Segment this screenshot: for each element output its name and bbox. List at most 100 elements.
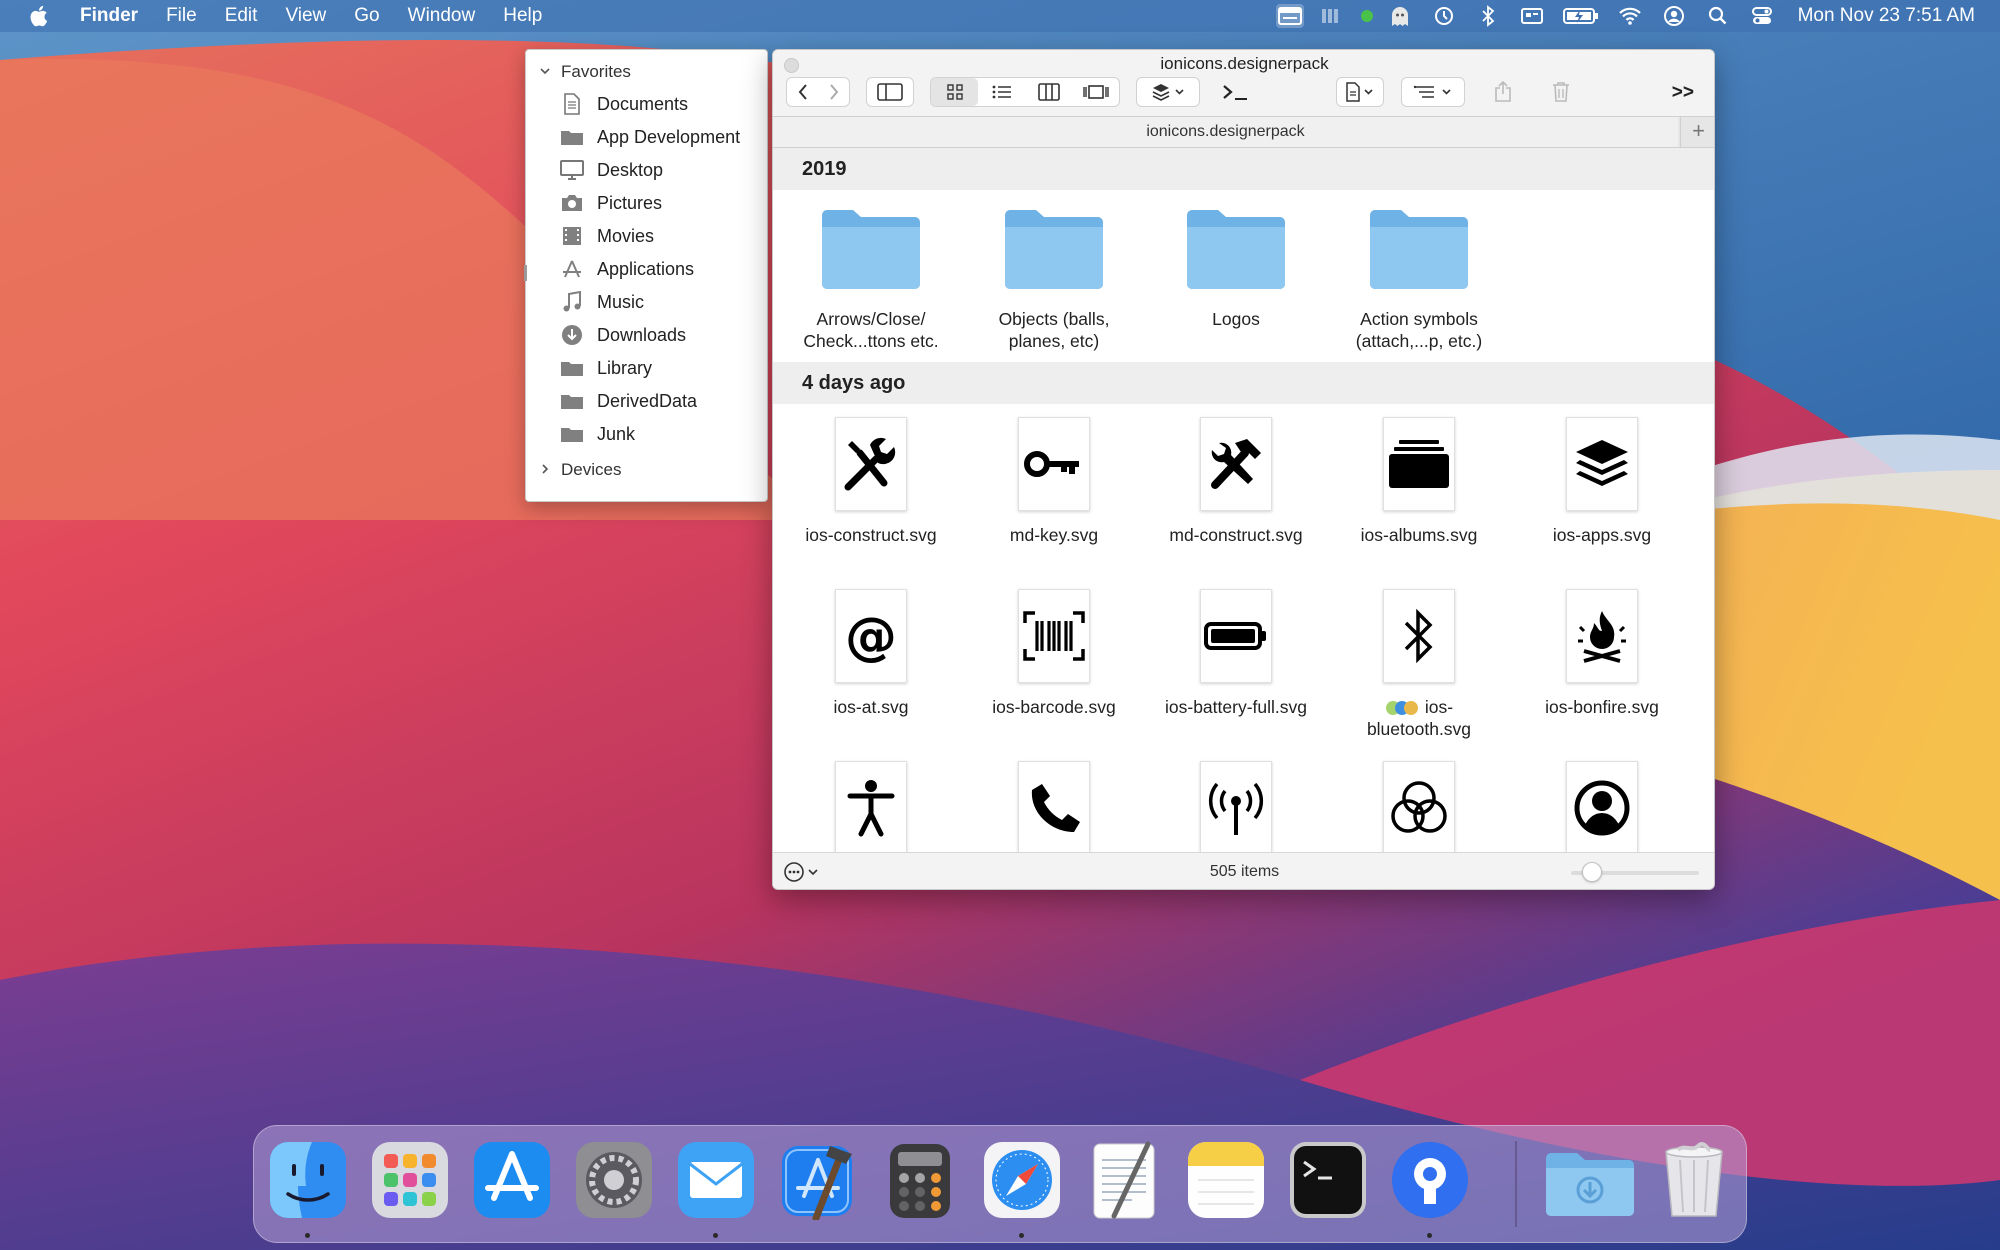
file-item[interactable]: @ ios-at.svg — [786, 586, 956, 718]
time-machine-icon[interactable] — [1430, 4, 1458, 28]
file-item[interactable]: ios-albums.svg — [1334, 414, 1504, 546]
item-label: md-key.svg — [1009, 525, 1099, 545]
sidebar-item-movies[interactable]: Movies — [559, 221, 764, 251]
sidebar-item-label: Music — [597, 291, 645, 312]
file-item[interactable] — [1517, 758, 1687, 852]
group-by-button[interactable] — [1136, 77, 1200, 107]
sidebar-item-applications[interactable]: Applications — [559, 254, 764, 284]
file-item[interactable]: ios-battery-full.svg — [1151, 586, 1321, 718]
trash-app-icon[interactable] — [1654, 1140, 1734, 1220]
folder-item[interactable]: Action symbols (attach,...p, etc.) — [1334, 198, 1504, 352]
proxyman-app-icon[interactable] — [1390, 1140, 1470, 1220]
window-toolbar: ionicons.designerpack >> — [773, 50, 1714, 116]
chevron-left-icon — [798, 84, 807, 100]
sidebar-item-library[interactable]: Library — [559, 353, 764, 383]
back-button[interactable] — [787, 78, 818, 106]
system-preferences-app-icon[interactable] — [574, 1140, 654, 1220]
file-item[interactable]: ios-bonfire.svg — [1517, 586, 1687, 718]
folder-icon — [1370, 210, 1468, 289]
icon-view-button[interactable] — [931, 78, 978, 106]
sidebar-toggle-button[interactable] — [866, 77, 914, 107]
file-item[interactable]: md-construct.svg — [1151, 414, 1321, 546]
folder-icon — [1005, 210, 1103, 289]
launchpad-app-icon[interactable] — [370, 1140, 450, 1220]
file-item[interactable] — [1334, 758, 1504, 852]
sidebar-item-junk[interactable]: Junk — [559, 419, 764, 449]
list-view-button[interactable] — [978, 78, 1025, 106]
bluetooth-icon[interactable] — [1474, 4, 1502, 28]
app-store-app-icon[interactable] — [472, 1140, 552, 1220]
menu-view[interactable]: View — [285, 5, 326, 27]
file-browser-content: 2019 Arrows/Close/ Check...ttons etc. Ob… — [773, 148, 1714, 852]
notes-app-icon[interactable] — [1186, 1140, 1266, 1220]
menu-edit[interactable]: Edit — [225, 5, 258, 27]
menu-go[interactable]: Go — [354, 5, 379, 27]
mail-app-icon[interactable] — [676, 1140, 756, 1220]
file-item[interactable] — [1151, 758, 1321, 852]
folder-item[interactable]: Arrows/Close/ Check...ttons etc. — [786, 198, 956, 352]
new-document-button[interactable] — [1336, 77, 1384, 107]
item-label: Arrows/Close/ Check...ttons etc. — [803, 309, 939, 351]
column-view-button[interactable] — [1025, 78, 1072, 106]
sidebar-item-downloads[interactable]: Downloads — [559, 320, 764, 350]
downloads-folder-icon[interactable] — [1542, 1140, 1638, 1220]
wifi-icon[interactable] — [1616, 4, 1644, 28]
chevron-right-icon — [539, 463, 553, 478]
file-item[interactable]: ios-construct.svg — [786, 414, 956, 546]
control-center-icon[interactable] — [1748, 4, 1776, 28]
file-item[interactable] — [969, 758, 1139, 852]
textedit-app-icon[interactable] — [1084, 1140, 1164, 1220]
search-icon[interactable] — [1704, 4, 1732, 28]
forward-button[interactable] — [818, 78, 849, 106]
icon-size-slider-knob[interactable] — [1582, 862, 1602, 882]
sidebar-item-documents[interactable]: Documents — [559, 89, 764, 119]
item-label: Action symbols (attach,...p, etc.) — [1355, 309, 1483, 351]
battery-full-icon — [1204, 622, 1266, 650]
terminal-app-icon[interactable] — [1288, 1140, 1368, 1220]
folder-item[interactable]: Logos — [1151, 198, 1321, 330]
battery-bars-icon[interactable] — [1320, 4, 1348, 28]
battery-charging-icon[interactable] — [1562, 4, 1600, 28]
item-label: Objects (balls, planes, etc) — [998, 309, 1110, 351]
calculator-app-icon[interactable] — [880, 1140, 960, 1220]
file-item[interactable]: ios-barcode.svg — [969, 586, 1139, 718]
sidebar-resize-handle[interactable] — [524, 265, 527, 281]
trash-button[interactable] — [1541, 77, 1581, 107]
display-icon[interactable] — [1518, 4, 1546, 28]
sidebar-item-label: Applications — [597, 258, 695, 279]
sidebar-item-pictures[interactable]: Pictures — [559, 188, 764, 218]
finder-window-icon[interactable] — [1275, 4, 1304, 28]
file-item[interactable]: md-key.svg — [969, 414, 1139, 546]
apple-logo-icon[interactable] — [29, 4, 51, 28]
file-item[interactable] — [786, 758, 956, 852]
sidebar-section-favorites[interactable]: Favorites — [539, 59, 631, 85]
safari-app-icon[interactable] — [982, 1140, 1062, 1220]
sidebar-item-app-development[interactable]: App Development — [559, 122, 764, 152]
green-dot-icon[interactable] — [1360, 4, 1374, 28]
toolbar-overflow-button[interactable]: >> — [1672, 82, 1694, 104]
gallery-view-button[interactable] — [1072, 78, 1119, 106]
menu-clock[interactable]: Mon Nov 23 7:51 AM — [1798, 5, 1975, 27]
folder-item[interactable]: Objects (balls, planes, etc) — [969, 198, 1139, 352]
xcode-app-icon[interactable] — [778, 1140, 858, 1220]
sidebar-item-deriveddata[interactable]: DerivedData — [559, 386, 764, 416]
sort-options-button[interactable] — [1401, 77, 1465, 107]
share-button[interactable] — [1483, 77, 1523, 107]
tab-ionicons[interactable]: ionicons.designerpack — [773, 117, 1678, 147]
file-item[interactable]: ios-apps.svg — [1517, 414, 1687, 546]
menu-file[interactable]: File — [166, 5, 197, 27]
finder-app-icon[interactable] — [268, 1140, 348, 1220]
sidebar-item-desktop[interactable]: Desktop — [559, 155, 764, 185]
terminal-button[interactable] — [1214, 77, 1258, 107]
sidebar-section-devices[interactable]: Devices — [539, 457, 621, 483]
menu-app-name[interactable]: Finder — [80, 5, 138, 27]
chevron-down-icon — [539, 65, 553, 80]
running-indicator — [305, 1233, 310, 1238]
file-item[interactable]: ios-bluetooth.svg — [1334, 586, 1504, 740]
user-icon[interactable] — [1660, 4, 1688, 28]
ghost-icon[interactable] — [1386, 4, 1414, 28]
menu-window[interactable]: Window — [408, 5, 476, 27]
sidebar-item-music[interactable]: Music — [559, 287, 764, 317]
new-tab-button[interactable]: + — [1680, 117, 1714, 147]
menu-help[interactable]: Help — [503, 5, 542, 27]
